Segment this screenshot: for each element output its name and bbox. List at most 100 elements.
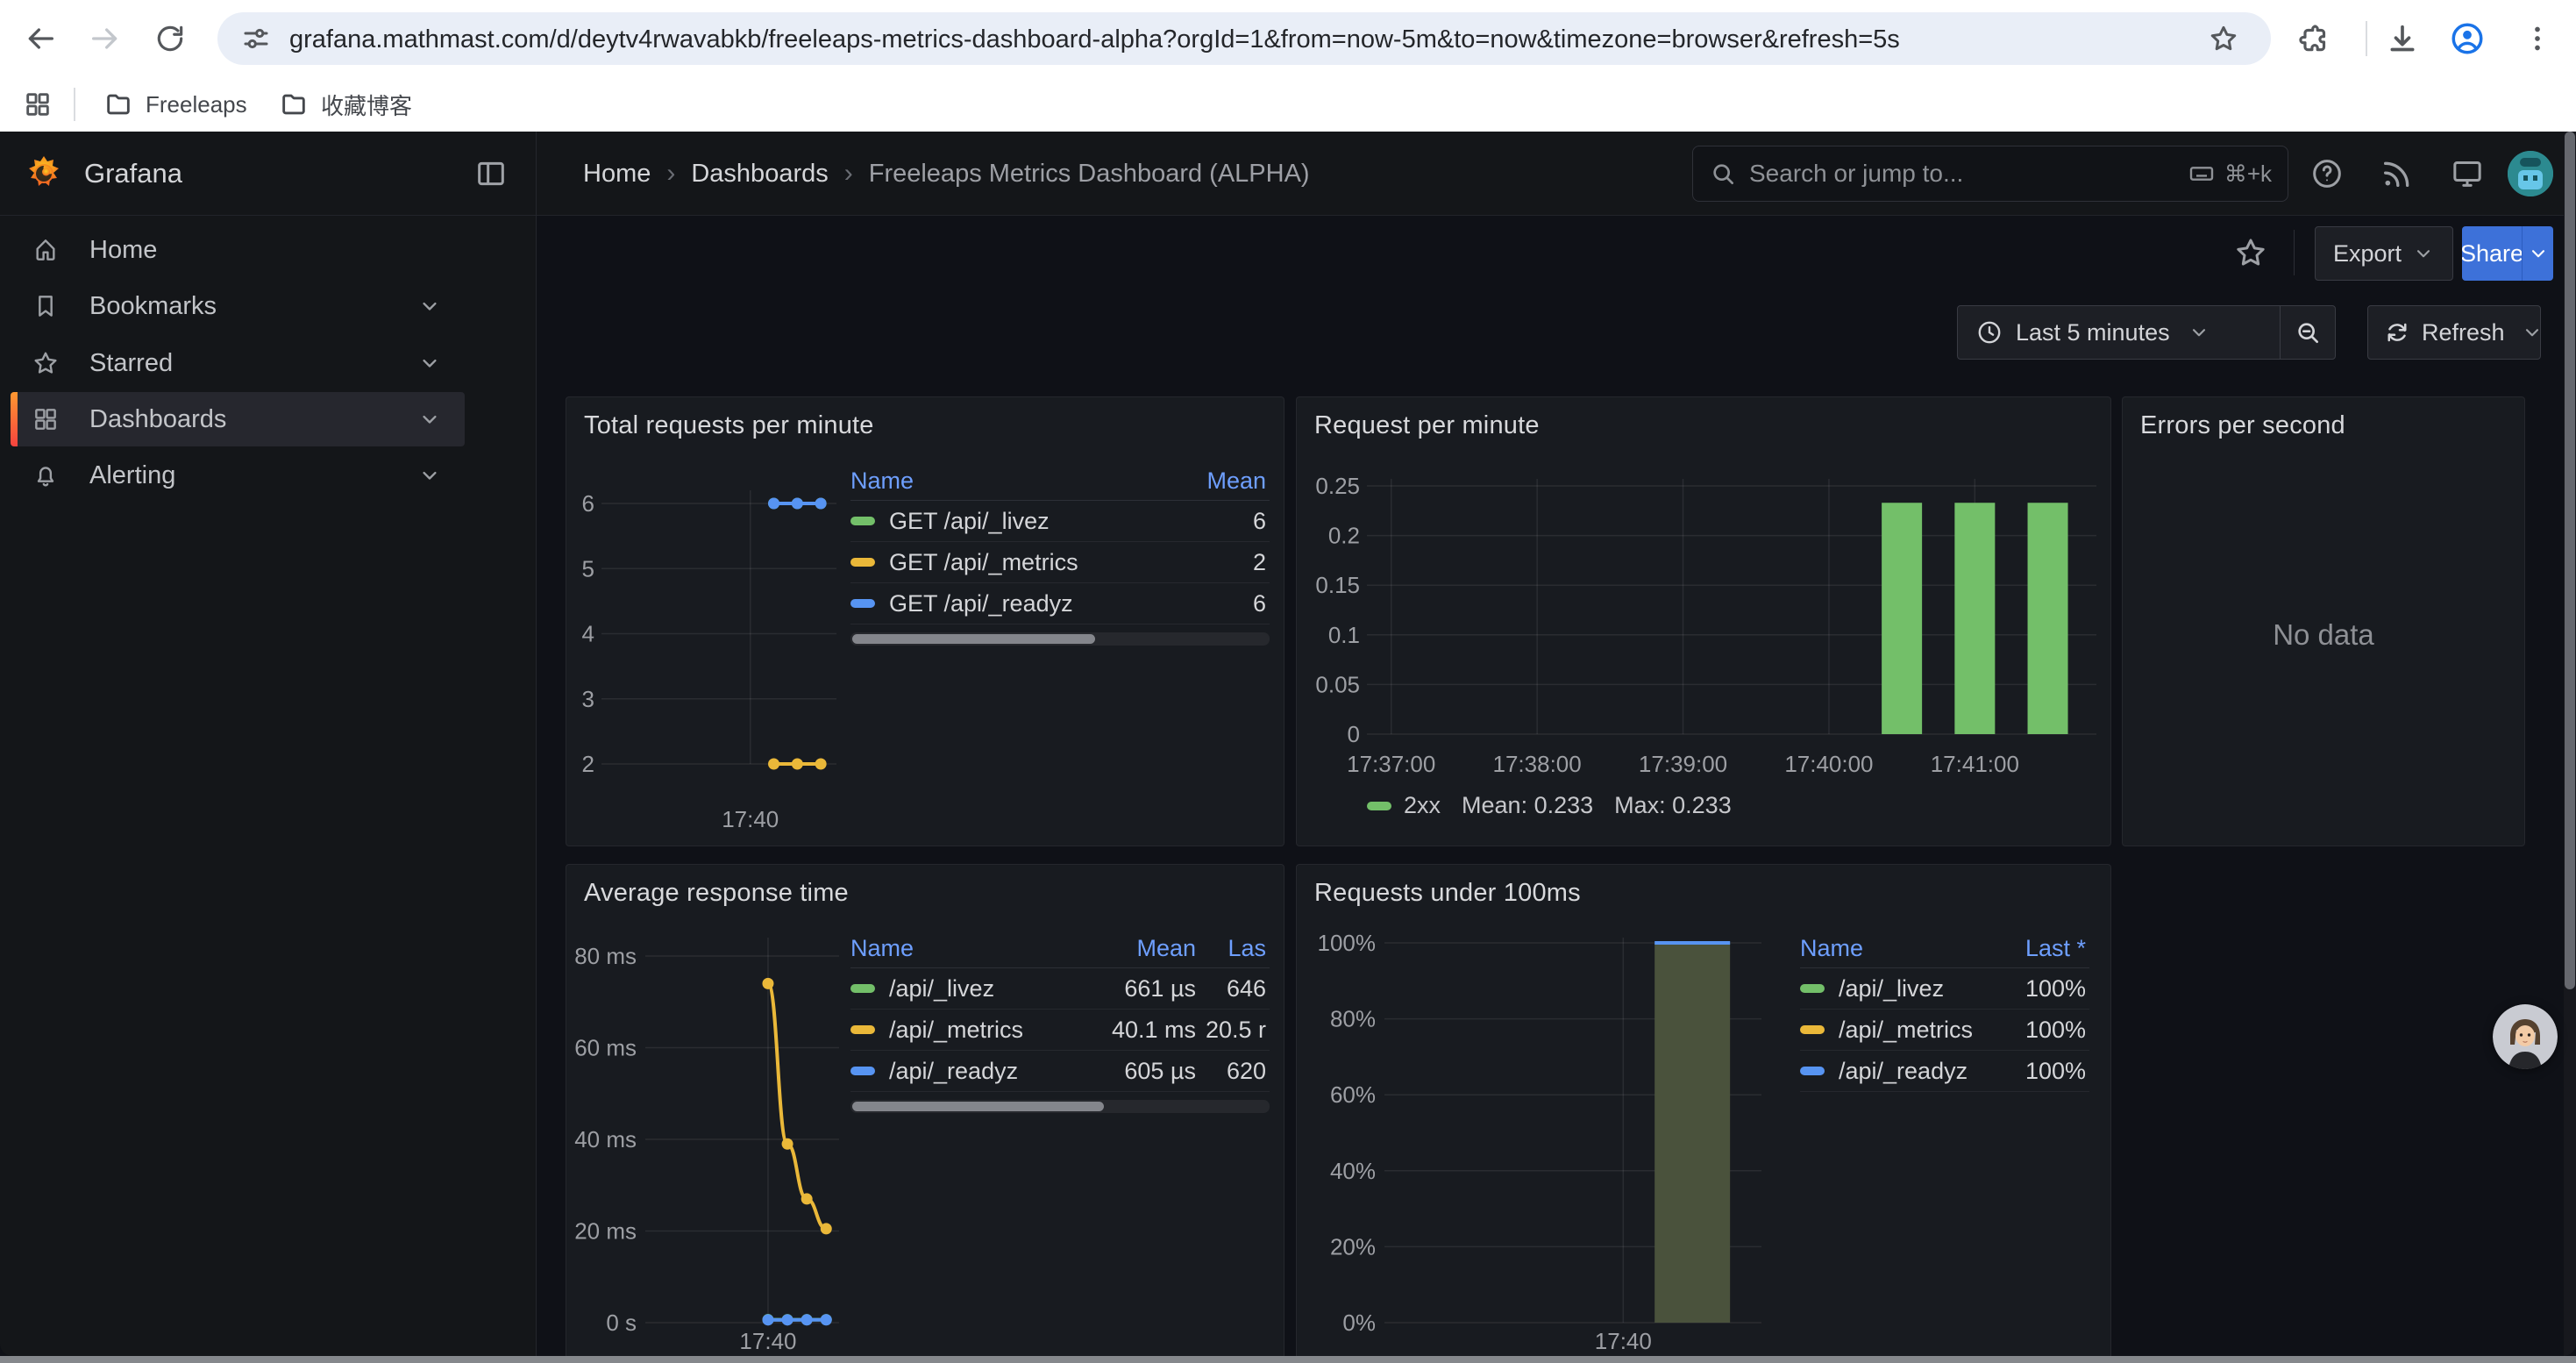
legend-scrollbar-thumb[interactable]	[852, 634, 1095, 644]
refresh-button[interactable]: Refresh	[2368, 319, 2521, 346]
share-button-group: Share	[2462, 226, 2553, 281]
panel-title[interactable]: Requests under 100ms	[1314, 879, 1581, 908]
panel-title[interactable]: Total requests per minute	[584, 411, 874, 440]
legend-row[interactable]: /api/_readyz100%	[1800, 1051, 2089, 1092]
legend-column-header[interactable]: Name	[850, 467, 1185, 495]
legend-row[interactable]: /api/_livez661 µs646	[850, 968, 1270, 1010]
request-per-minute-chart[interactable]: 0.250.20.150.10.05017:37:0017:38:0017:39…	[1297, 397, 2110, 846]
browser-back-button[interactable]	[21, 19, 60, 58]
main-area: Home › Dashboards › Freeleaps Metrics Da…	[537, 132, 2576, 1356]
series-swatch	[1367, 802, 1391, 810]
legend-column-header[interactable]: Mean	[1096, 935, 1199, 962]
legend-row[interactable]: /api/_metrics40.1 ms20.5 r	[850, 1010, 1270, 1051]
series-name: /api/_readyz	[889, 1058, 1018, 1085]
bookmark-folder-freeleaps[interactable]: Freeleaps	[91, 86, 260, 123]
refresh-interval-button[interactable]	[2521, 321, 2544, 344]
user-avatar[interactable]	[2508, 151, 2553, 196]
series-name: 2xx	[1404, 792, 1441, 819]
breadcrumb-home[interactable]: Home	[583, 160, 651, 189]
browser-profile-button[interactable]	[2448, 19, 2487, 58]
legend-scrollbar-thumb[interactable]	[852, 1102, 1104, 1111]
panel-title[interactable]: Request per minute	[1314, 411, 1540, 440]
sidebar-item-home[interactable]: Home	[11, 223, 465, 277]
profile-person-icon	[2449, 20, 2486, 57]
panel-title[interactable]: Errors per second	[2140, 411, 2345, 440]
share-button[interactable]: Share	[2462, 226, 2522, 281]
legend-row[interactable]: /api/_metrics100%	[1800, 1010, 2089, 1051]
bookmark-star-button[interactable]	[2208, 23, 2239, 54]
clock-icon	[1975, 318, 2003, 346]
svg-text:60%: 60%	[1330, 1081, 1376, 1108]
apps-grid-button[interactable]	[23, 89, 53, 119]
breadcrumb-separator-icon: ›	[844, 159, 853, 189]
svg-text:40 ms: 40 ms	[574, 1126, 637, 1152]
legend-row[interactable]: GET /api/_readyz6	[850, 583, 1270, 624]
legend-column-header[interactable]: Las	[1199, 935, 1270, 962]
sidebar-collapse-button[interactable]	[473, 156, 509, 191]
sidebar-item-dashboards[interactable]: Dashboards	[11, 392, 465, 446]
chevron-down-icon[interactable]	[417, 351, 442, 375]
display-mode-button[interactable]	[2443, 149, 2492, 198]
legend-scrollbar[interactable]	[850, 632, 1270, 646]
favorite-dashboard-button[interactable]	[2231, 233, 2270, 272]
toolbar-divider	[2366, 21, 2367, 56]
legend-row[interactable]: /api/_livez100%	[1800, 968, 2089, 1010]
legend-line[interactable]: 2xx Mean: 0.233 Max: 0.233	[1367, 792, 1732, 819]
legend-row[interactable]: GET /api/_metrics2	[850, 542, 1270, 583]
extensions-button[interactable]	[2294, 19, 2332, 58]
grafana-logo-icon	[25, 154, 63, 193]
page-scrollbar[interactable]	[2564, 132, 2576, 1356]
chevron-down-icon	[2412, 242, 2435, 265]
sidebar-item-alerting[interactable]: Alerting	[11, 448, 465, 503]
scrollbar-thumb[interactable]	[2565, 132, 2575, 989]
browser-forward-button[interactable]	[86, 19, 125, 58]
series-name: /api/_metrics	[1839, 1017, 1973, 1044]
browser-toolbar: grafana.mathmast.com/d/deytv4rwavabkb/fr…	[0, 0, 2576, 77]
time-range-picker[interactable]: Last 5 minutes	[1958, 318, 2280, 346]
legend-row[interactable]: GET /api/_livez6	[850, 501, 1270, 542]
search-box[interactable]: ⌘+k	[1692, 146, 2288, 202]
chevron-down-icon[interactable]	[417, 407, 442, 432]
chevron-down-icon[interactable]	[417, 294, 442, 318]
series-max: Max: 0.233	[1614, 792, 1732, 819]
legend-column-header[interactable]: Name	[850, 935, 1096, 962]
svg-text:80 ms: 80 ms	[574, 943, 637, 969]
url-text[interactable]: grafana.mathmast.com/d/deytv4rwavabkb/fr…	[289, 25, 1900, 54]
star-icon	[2208, 23, 2239, 54]
legend-table: NameLast * /api/_livez100%/api/_metrics10…	[1800, 930, 2089, 1092]
floating-assistant-avatar[interactable]	[2493, 1004, 2558, 1069]
legend-column-header[interactable]: Last *	[2002, 935, 2089, 962]
site-settings-icon[interactable]	[240, 23, 272, 54]
downloads-button[interactable]	[2383, 19, 2422, 58]
news-button[interactable]	[2373, 149, 2422, 198]
grafana-app: Grafana Home Bookmarks Starred	[0, 132, 2576, 1356]
series-value: 605 µs	[1096, 1058, 1199, 1085]
keyboard-icon	[2188, 160, 2216, 188]
legend-column-header[interactable]: Mean	[1185, 467, 1270, 495]
bookmark-folder-blogs[interactable]: 收藏博客	[267, 86, 424, 123]
share-menu-button[interactable]	[2522, 226, 2553, 281]
series-value: 661 µs	[1096, 975, 1199, 1003]
browser-reload-button[interactable]	[151, 19, 189, 58]
rss-icon	[2380, 156, 2415, 191]
legend-column-header[interactable]: Name	[1800, 935, 2002, 962]
toolbar-divider	[2294, 230, 2295, 275]
panel-title[interactable]: Average response time	[584, 879, 849, 908]
legend-row[interactable]: /api/_readyz605 µs620	[850, 1051, 1270, 1092]
export-button[interactable]: Export	[2315, 226, 2453, 281]
search-input[interactable]	[1749, 160, 2188, 188]
address-bar[interactable]: grafana.mathmast.com/d/deytv4rwavabkb/fr…	[217, 12, 2271, 65]
bookmarks-divider	[74, 88, 75, 121]
zoom-out-time-button[interactable]	[2281, 318, 2335, 346]
series-name: /api/_readyz	[1839, 1058, 1968, 1085]
sidebar-item-starred[interactable]: Starred	[11, 336, 465, 390]
help-button[interactable]	[2302, 149, 2352, 198]
browser-menu-button[interactable]	[2518, 19, 2557, 58]
legend-scrollbar[interactable]	[850, 1100, 1270, 1113]
sidebar-item-bookmarks[interactable]: Bookmarks	[11, 279, 465, 333]
chevron-down-icon	[2521, 321, 2544, 344]
help-circle-icon	[2309, 156, 2345, 191]
chevron-down-icon[interactable]	[417, 463, 442, 488]
series-name: GET /api/_livez	[889, 508, 1050, 535]
breadcrumb-dashboards[interactable]: Dashboards	[691, 160, 828, 189]
